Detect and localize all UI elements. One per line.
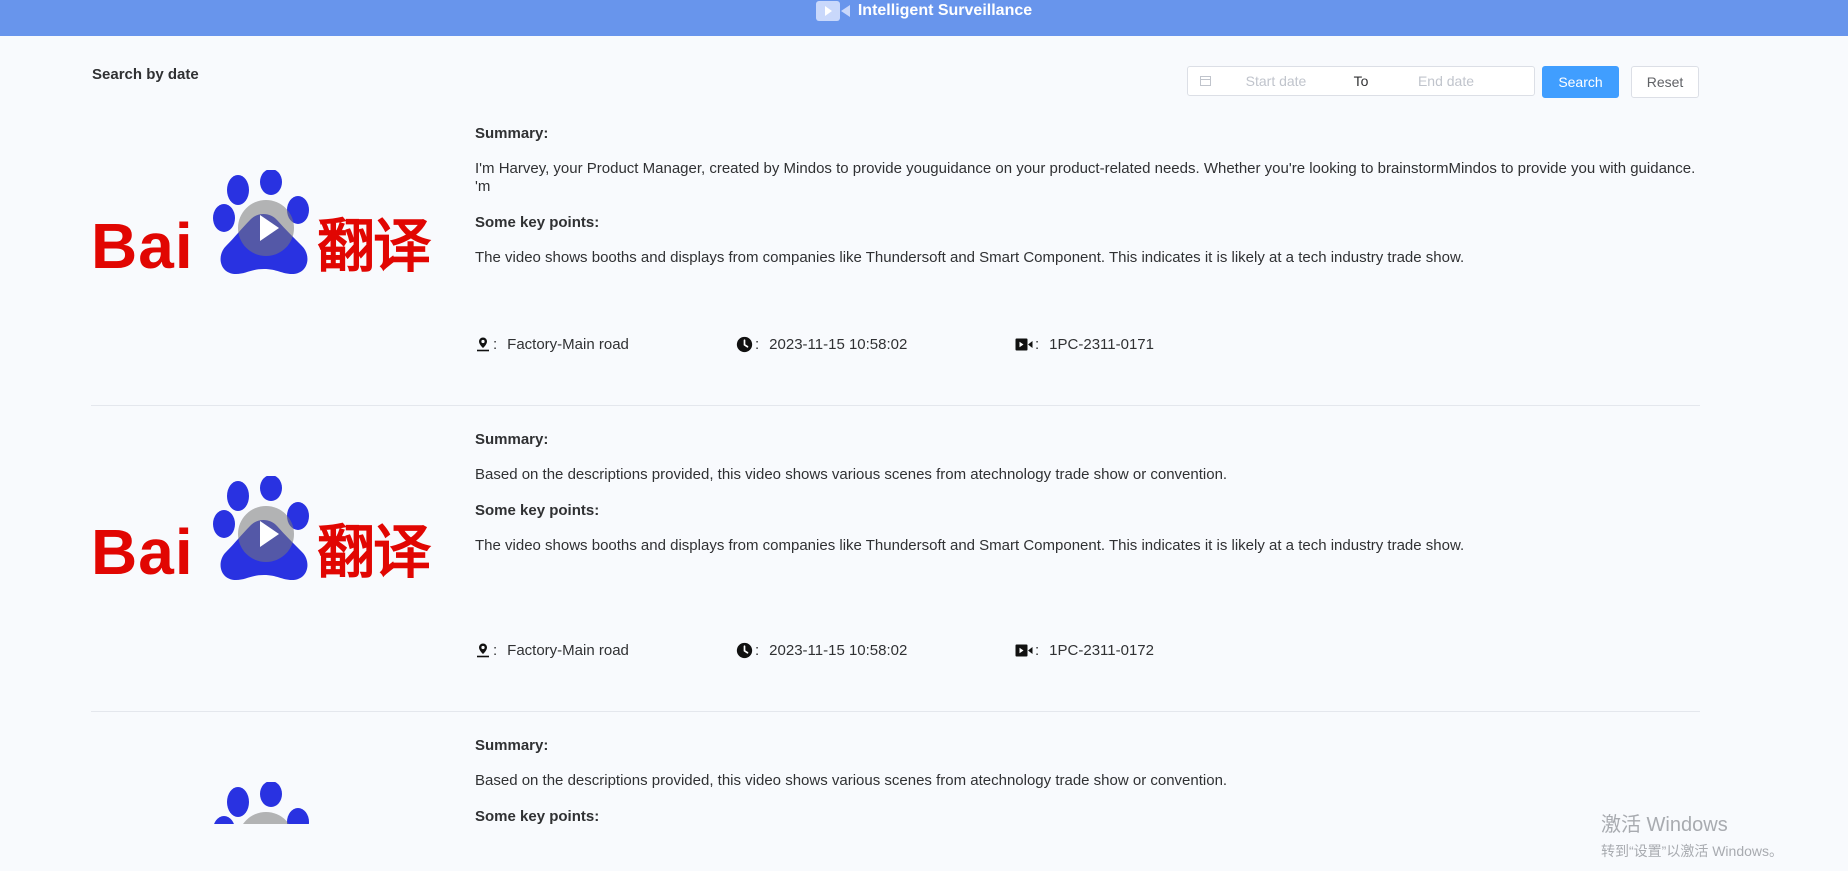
summary-heading: Summary: [475,125,549,142]
key-points-text: The video shows booths and displays from… [475,537,1465,554]
video-list-item: Bai 翻译 Summary: Based on the descriptions p… [91,406,1700,712]
search-button[interactable]: Search [1542,66,1619,98]
summary-heading: Summary: [475,431,549,448]
date-range-picker[interactable]: Start date To End date [1187,66,1535,96]
location-pin-icon [475,336,491,352]
time-value: 2023-11-15 10:58:02 [769,335,908,353]
camera-id-value: 1PC-2311-0172 [1049,641,1154,659]
summary-heading: Summary: [475,737,549,754]
windows-activation-watermark: 激活 Windows 转到“设置”以激活 Windows。 [1601,808,1783,861]
colon: : [755,641,760,659]
colon: : [755,335,760,353]
logo-text: Bai [91,210,194,282]
reset-button[interactable]: Reset [1631,66,1699,98]
play-icon[interactable] [238,200,294,256]
camera-field: :1PC-2311-0171 [1015,336,1154,353]
app-header: Intelligent Surveillance [0,0,1848,36]
video-camera-icon [1015,337,1033,352]
video-camera-icon [1015,643,1033,658]
colon: : [493,641,498,659]
logo-text: Bai [91,516,194,588]
app-title: Intelligent Surveillance [857,2,1033,19]
summary-text: Based on the descriptions provided, this… [475,466,1228,483]
video-thumbnail[interactable]: Bai 翻译 [91,476,441,588]
location-field: : Factory-Main road [475,642,629,659]
time-field: :2023-11-15 10:58:02 [736,336,907,353]
colon: : [493,335,498,353]
watermark-line-2: 转到“设置”以激活 Windows。 [1601,843,1784,859]
colon: : [1035,335,1040,353]
video-thumbnail[interactable]: Bai 翻译 [91,170,441,282]
location-pin-icon [475,642,491,658]
key-points-heading: Some key points: [475,502,600,519]
summary-text: Based on the descriptions provided, this… [475,772,1228,789]
video-metadata: : Factory-Main road:2023-11-15 10:58:02:1… [475,334,1275,354]
video-camera-icon [815,0,850,23]
colon: : [1035,641,1040,659]
brand: Intelligent Surveillance [815,0,1033,23]
key-points-text: The video shows booths and displays from… [475,249,1465,266]
end-date-input[interactable]: End date [1381,73,1511,89]
camera-field: :1PC-2311-0172 [1015,642,1154,659]
time-value: 2023-11-15 10:58:02 [769,641,908,659]
play-icon[interactable] [238,506,294,562]
calendar-icon [1200,76,1211,86]
video-list-item: Bai翻译 Summary: Based on the descriptions p… [91,712,1700,828]
key-points-heading: Some key points: [475,214,600,231]
logo-cjk-text: 翻译 [317,212,431,280]
time-field: :2023-11-15 10:58:02 [736,642,907,659]
camera-id-value: 1PC-2311-0171 [1049,335,1154,353]
search-by-date-label: Search by date [92,66,199,83]
key-points-heading: Some key points: [475,808,600,825]
video-thumbnail[interactable]: Bai翻译 [91,782,441,824]
video-list-item: Bai 翻译 Summary: I'm Harvey, your Product Ma… [91,100,1700,406]
clock-icon [736,642,753,659]
start-date-input[interactable]: Start date [1211,73,1341,89]
clock-icon [736,336,753,353]
summary-text: I'm Harvey, your Product Manager, create… [475,160,1696,195]
video-metadata: : Factory-Main road:2023-11-15 10:58:02:1… [475,640,1275,660]
date-range-separator: To [1353,73,1369,89]
watermark-line-1: 激活 Windows [1601,814,1728,836]
location-value: Factory-Main road [507,641,629,659]
location-value: Factory-Main road [507,335,629,353]
logo-cjk-text: 翻译 [317,518,431,586]
location-field: : Factory-Main road [475,336,629,353]
